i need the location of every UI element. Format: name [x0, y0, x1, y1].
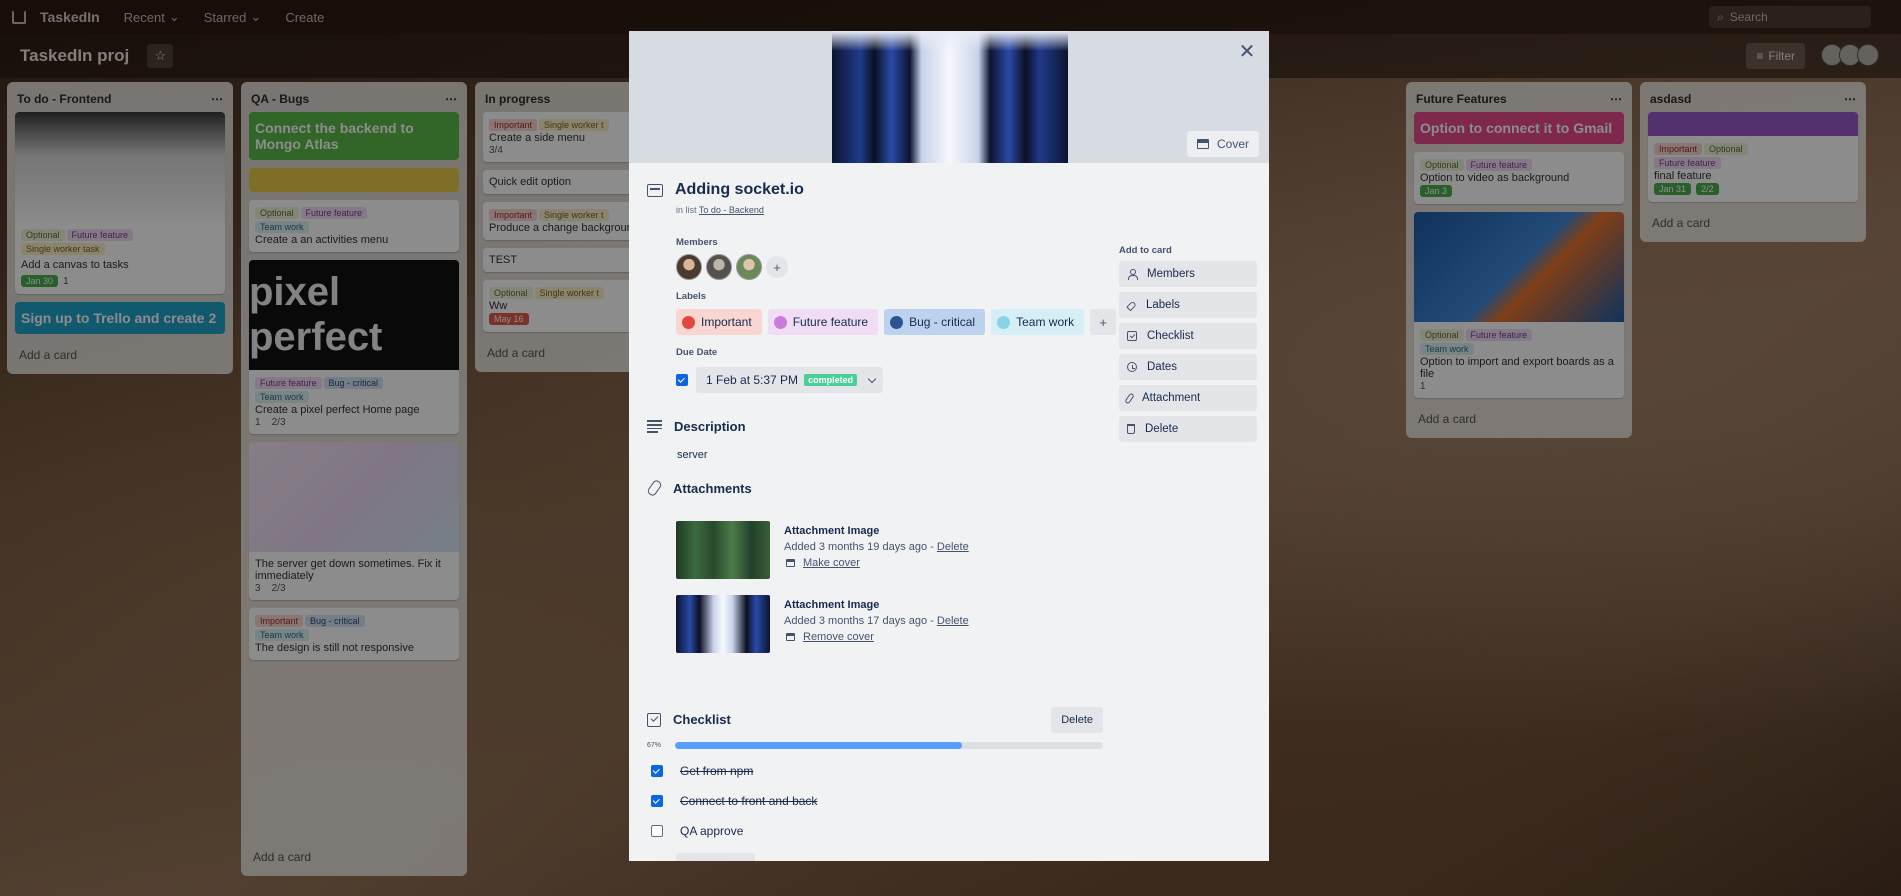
cover-button[interactable]: Cover: [1186, 131, 1259, 157]
label-dot: [890, 315, 904, 329]
make-cover-action[interactable]: Make cover: [784, 557, 969, 569]
checklist-item[interactable]: QA approve: [651, 824, 743, 838]
label-dot: [997, 315, 1011, 329]
labels-row: Important Future feature Bug - critical …: [676, 309, 1117, 335]
delete-attachment-link[interactable]: Delete: [937, 541, 969, 553]
in-list-caption: in list To do - Backend: [676, 205, 764, 215]
members-button[interactable]: Members: [1119, 261, 1257, 287]
paperclip-icon: [1124, 392, 1135, 404]
attachment-thumbnail[interactable]: [676, 521, 770, 579]
label-important[interactable]: Important: [676, 309, 762, 335]
label-dot: [682, 315, 695, 329]
progress-bar: [675, 742, 1103, 749]
members-row: +: [676, 254, 788, 280]
label-team-work[interactable]: Team work: [991, 309, 1085, 335]
due-date-button[interactable]: 1 Feb at 5:37 PM completed: [696, 367, 884, 393]
cover-icon: [1196, 139, 1209, 149]
checklist-icon: [1127, 331, 1137, 341]
avatar[interactable]: [736, 254, 762, 280]
delete-card-button[interactable]: Delete: [1119, 416, 1257, 442]
attachments-heading: Attachments: [647, 480, 752, 496]
attachment-name: Attachment Image: [784, 525, 880, 537]
description-text[interactable]: server: [677, 449, 708, 461]
avatar[interactable]: [706, 254, 732, 280]
members-heading: Members: [676, 237, 718, 248]
checklist-item-checkbox[interactable]: [651, 825, 663, 837]
add-checklist-item-button[interactable]: Add an item: [676, 853, 755, 861]
label-bug-critical[interactable]: Bug - critical: [884, 309, 986, 335]
label-future-feature[interactable]: Future feature: [767, 309, 879, 335]
checklist-progress: 67%: [647, 742, 1103, 749]
member-icon: [1127, 269, 1138, 280]
checklist-heading: Checklist: [647, 712, 731, 727]
clock-icon: [1127, 362, 1137, 372]
checklist-button[interactable]: Checklist: [1119, 323, 1257, 349]
progress-percent: 67%: [647, 742, 662, 749]
due-date-heading: Due Date: [676, 347, 718, 358]
card-icon: [647, 184, 663, 197]
dates-button[interactable]: Dates: [1119, 354, 1257, 380]
trash-icon: [1127, 424, 1135, 434]
card-detail-modal: ✕ Cover Adding socket.io in list To do -…: [629, 31, 1269, 861]
attachment-button[interactable]: Attachment: [1119, 385, 1257, 411]
due-date-row: 1 Feb at 5:37 PM completed: [676, 367, 884, 393]
label-dot: [773, 315, 787, 329]
attachment-item: Attachment Image Added 3 months 17 days …: [676, 595, 969, 653]
delete-attachment-link[interactable]: Delete: [937, 615, 969, 627]
attachment-meta: Added 3 months 19 days ago - Delete: [784, 541, 969, 553]
add-to-card-heading: Add to card: [1119, 245, 1172, 256]
description-heading: Description: [647, 419, 746, 434]
chevron-down-icon: [867, 374, 877, 383]
close-icon[interactable]: ✕: [1235, 39, 1259, 63]
progress-fill: [675, 742, 962, 749]
add-label-button[interactable]: +: [1090, 309, 1117, 335]
labels-heading: Labels: [676, 291, 707, 302]
add-member-button[interactable]: +: [766, 256, 788, 278]
paperclip-icon: [647, 480, 661, 496]
attachment-name: Attachment Image: [784, 599, 880, 611]
add-to-card-sidebar: Add to card Members Labels Checklist Dat…: [1119, 245, 1257, 447]
card-cover: ✕ Cover: [629, 31, 1269, 163]
checklist-icon: [647, 712, 661, 727]
cover-icon: [786, 559, 795, 567]
checklist-item-checkbox[interactable]: [651, 795, 663, 807]
cover-image: [832, 31, 1068, 163]
description-icon: [647, 420, 662, 433]
completed-badge: completed: [804, 374, 858, 386]
remove-cover-action[interactable]: Remove cover: [784, 631, 969, 643]
attachment-item: Attachment Image Added 3 months 19 days …: [676, 521, 969, 579]
checklist-item-checkbox[interactable]: [651, 765, 663, 777]
labels-button[interactable]: Labels: [1119, 292, 1257, 318]
list-link[interactable]: To do - Backend: [699, 205, 764, 215]
attachment-meta: Added 3 months 17 days ago - Delete: [784, 615, 969, 627]
checklist-item[interactable]: Get from npm: [651, 764, 753, 778]
due-complete-checkbox[interactable]: [676, 374, 688, 386]
checklist-item[interactable]: Connect to front and back: [651, 794, 817, 808]
card-title[interactable]: Adding socket.io: [675, 181, 804, 199]
delete-checklist-button[interactable]: Delete: [1051, 707, 1103, 733]
avatar[interactable]: [676, 254, 702, 280]
cover-icon: [786, 633, 795, 641]
attachment-thumbnail[interactable]: [676, 595, 770, 653]
label-icon: [1126, 300, 1137, 312]
